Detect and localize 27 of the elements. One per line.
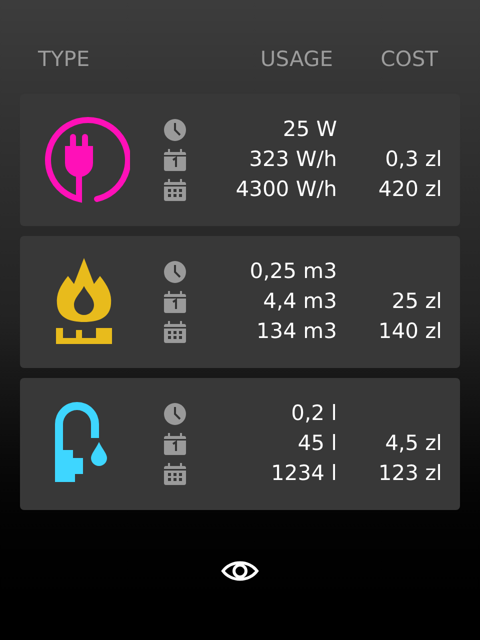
- usage-value: 323 W/h: [248, 146, 337, 174]
- cost-value: 140 zl: [377, 318, 442, 346]
- usage-value: 45 l: [296, 430, 337, 458]
- calendar-icon: [164, 149, 186, 171]
- clock-icon: [164, 261, 186, 283]
- usage-value: 4300 W/h: [234, 176, 337, 204]
- usage-value: 1234 l: [270, 460, 337, 488]
- calendar-icon: [164, 463, 186, 485]
- calendar-icon: [164, 321, 186, 343]
- column-header: TYPE: [38, 46, 91, 74]
- cost-value: 420 zl: [377, 176, 442, 204]
- cost-value: 0,3 zl: [384, 146, 442, 174]
- calendar-icon: [164, 433, 186, 455]
- usage-value: 0,2 l: [290, 400, 337, 428]
- usage-value: 25 W: [282, 116, 337, 144]
- cost-value: 4,5 zl: [384, 430, 442, 458]
- cost-value: 123 zl: [377, 460, 442, 488]
- usage-value: 134 m3: [255, 318, 337, 346]
- clock-icon: [164, 403, 186, 425]
- cost-value: 25 zl: [390, 288, 442, 316]
- clock-icon: [164, 119, 186, 141]
- usage-value: 4,4 m3: [262, 288, 337, 316]
- usage-value: 0,25 m3: [248, 258, 337, 286]
- column-header: USAGE: [259, 46, 333, 74]
- calendar-icon: [164, 291, 186, 313]
- column-header: COST: [380, 46, 438, 74]
- calendar-icon: [164, 179, 186, 201]
